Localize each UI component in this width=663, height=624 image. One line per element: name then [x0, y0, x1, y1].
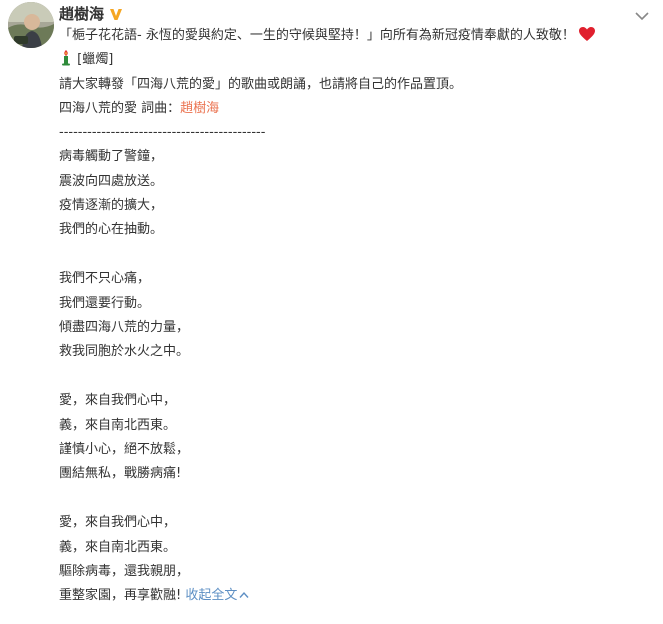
username-row: 趙樹海 [59, 3, 124, 25]
avatar[interactable] [8, 2, 54, 48]
verified-v-icon [108, 6, 124, 22]
stanza1-line: 我們的心在抽動。 [59, 222, 164, 238]
post-text: 「梔子花花語- 永恆的愛與約定、一生的守候與堅持！」向所有為新冠疫情奉獻的人致敬… [59, 24, 649, 609]
avatar-photo [8, 2, 54, 48]
stanza1-line: 震波向四處放送。 [59, 173, 164, 189]
stanza2-line: 我們不只心痛， [59, 271, 151, 287]
last-line: 重整家園，再享歡融! 收起全文 [59, 584, 649, 608]
post-title-line: 「梔子花花語- 永恆的愛與約定、一生的守候與堅持！」向所有為新冠疫情奉獻的人致敬… [59, 24, 649, 48]
stanza4-line: 義，來自南北西東。 [59, 539, 177, 555]
stanza3-line: 謹慎小心，絕不放鬆， [59, 442, 190, 458]
stanza3-line: 義，來自南北西東。 [59, 417, 177, 433]
collapse-label: 收起全文 [185, 588, 238, 604]
author-link[interactable]: 趙樹海 [180, 101, 219, 116]
heart-icon [578, 26, 596, 51]
stanza1-line: 病毒觸動了警鐘， [59, 149, 164, 165]
stanza4-line: 愛，來自我們心中， [59, 515, 177, 531]
title-text: 「梔子花花語- 永恆的愛與約定、一生的守候與堅持！」向所有為新冠疫情奉獻的人致敬… [59, 28, 575, 43]
stanza2-line: 救我同胞於水火之中。 [59, 344, 190, 360]
username[interactable]: 趙樹海 [59, 4, 104, 24]
last-line-text: 重整家園，再享歡融! [59, 588, 182, 604]
credit-prefix: 四海八荒的愛 詞曲： [59, 100, 181, 116]
collapse-button[interactable]: 收起全文 [185, 588, 249, 603]
chevron-down-icon[interactable] [635, 6, 649, 21]
stanza-gap [59, 487, 649, 512]
stanza-gap [59, 243, 649, 268]
stanza1-line: 疫情逐漸的擴大， [59, 198, 164, 214]
stanza2-line: 傾盡四海八荒的力量， [59, 320, 190, 336]
request-line: 請大家轉發「四海八荒的愛」的歌曲或朗誦，也請將自己的作品置頂。 [59, 76, 463, 92]
candle-icon [59, 49, 73, 75]
credit-line: 四海八荒的愛 詞曲：趙樹海 [59, 97, 649, 121]
candle-label: [蠟燭] [77, 52, 114, 68]
stanza-gap [59, 365, 649, 390]
candle-line: [蠟燭] [59, 48, 649, 72]
separator-line: ----------------------------------------… [59, 125, 266, 141]
stanza3-line: 愛，來自我們心中， [59, 393, 177, 409]
stanza2-line: 我們還要行動。 [59, 295, 151, 311]
stanza3-line: 團結無私，戰勝病痛! [59, 466, 182, 482]
stanza4-line: 驅除病毒，還我親朋， [59, 564, 190, 580]
chevron-up-icon [239, 584, 249, 608]
